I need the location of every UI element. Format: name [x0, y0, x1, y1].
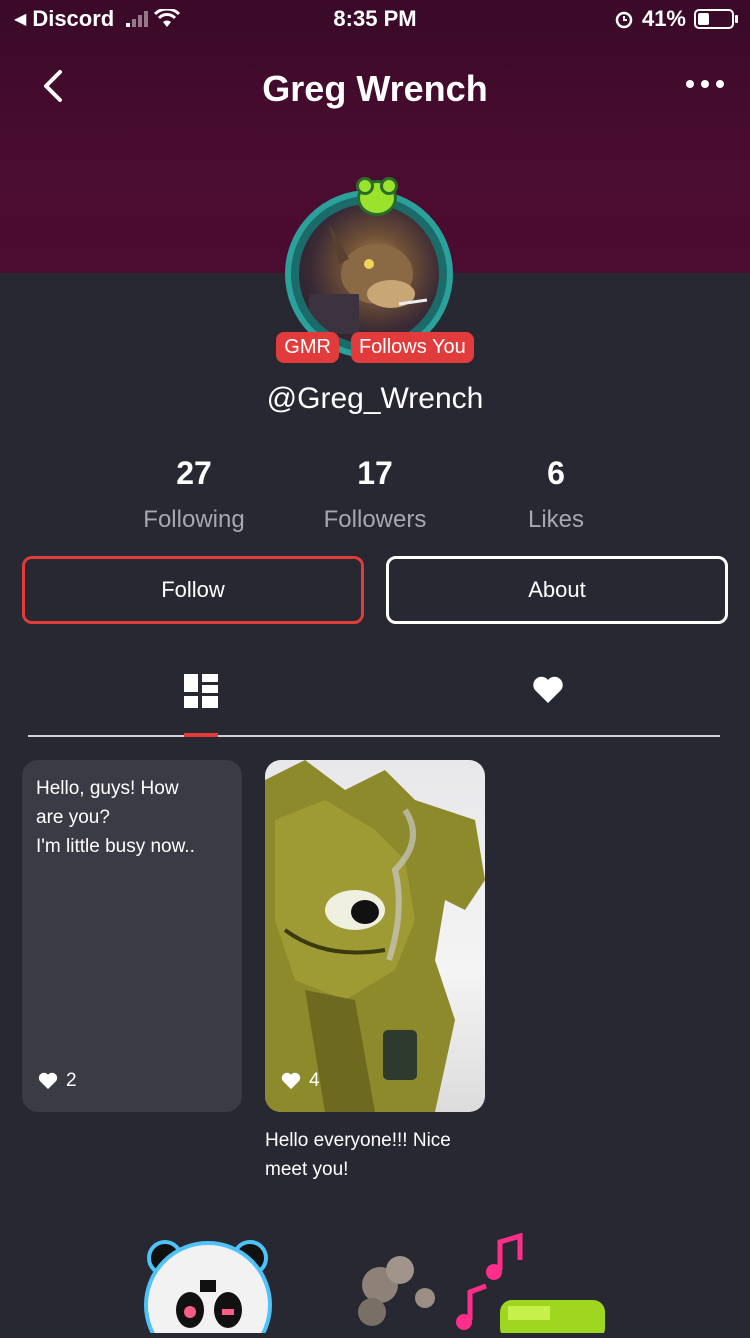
profile-badges: GMR Follows You	[0, 332, 750, 363]
active-tab-indicator	[184, 733, 218, 737]
status-bar: ◀ Discord 8:35 PM 41%	[0, 0, 750, 40]
post-likes: 2	[38, 1070, 77, 1092]
stat-following[interactable]: 27 Following	[104, 455, 284, 534]
content-tabs	[0, 660, 750, 740]
stat-followers[interactable]: 17 Followers	[285, 455, 465, 534]
post-caption: Hello everyone!!! Nice meet you!	[265, 1130, 451, 1180]
badge-gmr: GMR	[276, 332, 339, 363]
heart-icon	[281, 1072, 301, 1090]
panda-sticker	[144, 1240, 272, 1338]
battery-icon	[694, 9, 738, 29]
more-options-icon[interactable]	[686, 80, 724, 88]
user-handle: @Greg_Wrench	[266, 382, 484, 415]
follow-button[interactable]: Follow	[22, 556, 364, 624]
stat-label: Following	[143, 506, 245, 533]
post-text: Hello, guys! How are you? I'm little bus…	[36, 778, 195, 857]
stat-value: 17	[357, 455, 393, 491]
post-image	[265, 760, 485, 1112]
tab-divider	[28, 735, 720, 737]
stat-likes[interactable]: 6 Likes	[466, 455, 646, 534]
badge-follows-you: Follows You	[350, 332, 474, 363]
green-device-sticker	[500, 1300, 605, 1338]
post-likes: 4	[281, 1070, 320, 1092]
sticker-strip	[0, 1220, 750, 1338]
avatar-image	[299, 204, 439, 344]
heart-icon	[38, 1072, 58, 1090]
battery-percent: 41%	[641, 6, 686, 31]
smoke-sticker	[358, 1256, 435, 1326]
post-like-count: 2	[66, 1070, 77, 1091]
stat-label: Followers	[323, 506, 427, 533]
posts-grid-icon[interactable]	[184, 674, 220, 710]
about-button[interactable]: About	[386, 556, 728, 624]
post-card-text[interactable]: Hello, guys! How are you? I'm little bus…	[22, 760, 242, 1112]
alarm-icon	[615, 11, 633, 29]
page-title: Greg Wrench	[262, 68, 488, 109]
stat-value: 6	[547, 455, 565, 491]
post-card-image[interactable]: 4	[265, 760, 485, 1112]
nav-bar: Greg Wrench	[0, 60, 750, 120]
heart-icon[interactable]	[532, 674, 564, 706]
post-like-count: 4	[309, 1070, 320, 1091]
frog-badge-icon	[356, 177, 398, 216]
stat-value: 27	[176, 455, 212, 491]
stat-label: Likes	[527, 506, 585, 533]
